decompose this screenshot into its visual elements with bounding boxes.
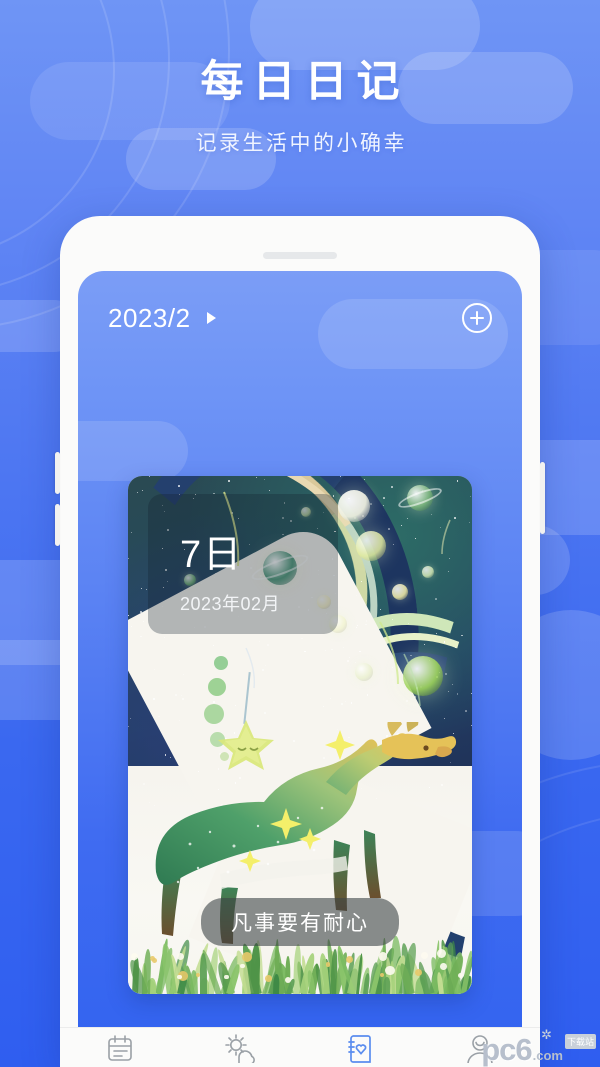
page-title: 每日日记	[200, 58, 409, 106]
bubble	[208, 678, 226, 696]
quote-pill: 凡事要有耐心	[201, 898, 399, 946]
quote-text: 凡事要有耐心	[231, 912, 369, 935]
phone-mockup: 2023/2 7日 2023年02月 凡事要有耐心	[60, 216, 540, 1067]
date-month: 2023年02月	[180, 594, 281, 614]
watermark-domain: .com	[532, 1048, 563, 1063]
triangle-right-icon[interactable]	[206, 312, 216, 324]
date-badge: 7日 2023年02月	[148, 494, 338, 634]
sparkle-icon: ✲	[541, 1027, 552, 1042]
screen-cloud	[78, 421, 188, 481]
notebook-heart-icon	[348, 1035, 371, 1063]
sun-cloud-icon	[225, 1034, 255, 1063]
diary-entry-card[interactable]: 7日 2023年02月 凡事要有耐心	[128, 476, 472, 994]
nav-item-diary[interactable]	[300, 1028, 420, 1063]
watermark-brand: pc6	[481, 1032, 532, 1067]
app-bar: 2023/2	[78, 293, 522, 343]
calendar-icon	[108, 1035, 132, 1061]
date-day: 7日	[180, 534, 244, 576]
plus-circle-icon[interactable]	[462, 303, 492, 333]
nav-item-calendar[interactable]	[60, 1028, 180, 1063]
volume-up-button[interactable]	[55, 452, 60, 494]
watermark-tag: 下载站	[564, 1034, 596, 1049]
phone-screen: 2023/2 7日 2023年02月 凡事要有耐心	[78, 271, 522, 1067]
hero-header: 每日日记 记录生活中的小确幸	[0, 58, 600, 157]
watermark: ✲ pc6 .com 下载站	[481, 1028, 596, 1067]
bottom-navigation	[60, 1027, 540, 1067]
nav-item-weather[interactable]	[180, 1028, 300, 1063]
volume-down-button[interactable]	[55, 504, 60, 546]
power-button[interactable]	[540, 462, 545, 534]
page-subtitle: 记录生活中的小确幸	[195, 132, 407, 156]
bubble	[214, 656, 228, 670]
month-selector-label[interactable]: 2023/2	[108, 303, 191, 334]
hanging-star-icon	[218, 720, 274, 770]
earpiece-speaker	[263, 252, 337, 259]
